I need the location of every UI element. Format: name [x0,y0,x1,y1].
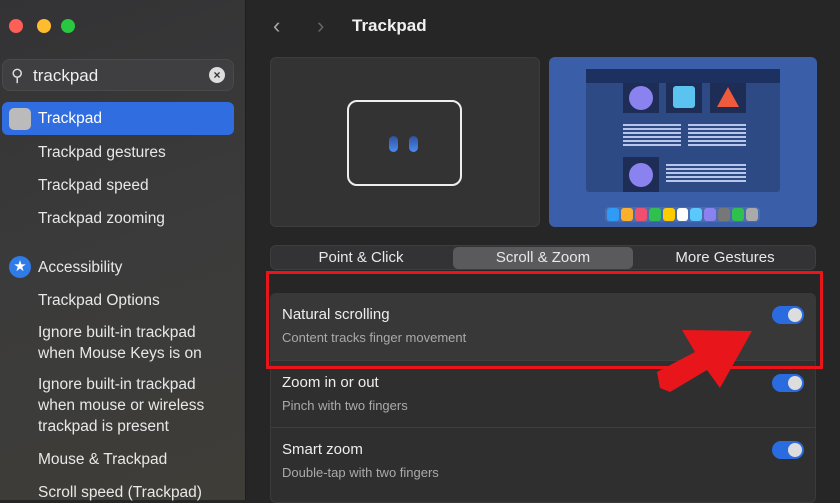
arrow-annotation [657,330,752,392]
arrow-icon [657,330,752,392]
